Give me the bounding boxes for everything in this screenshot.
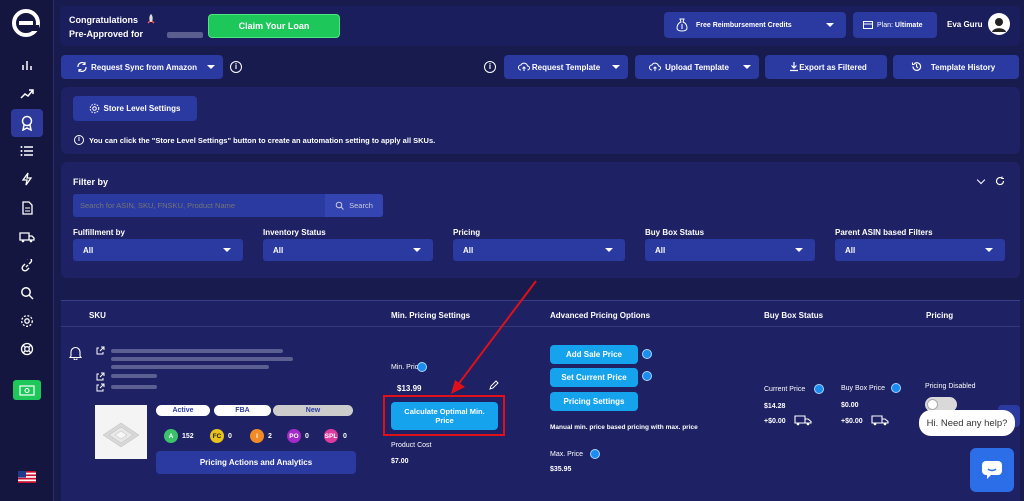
chat-launcher-button[interactable] bbox=[970, 448, 1014, 492]
chat-bubble[interactable]: Hi. Need any help? bbox=[919, 410, 1015, 436]
annotation-arrow bbox=[451, 280, 537, 394]
chat-icon bbox=[982, 461, 1002, 479]
